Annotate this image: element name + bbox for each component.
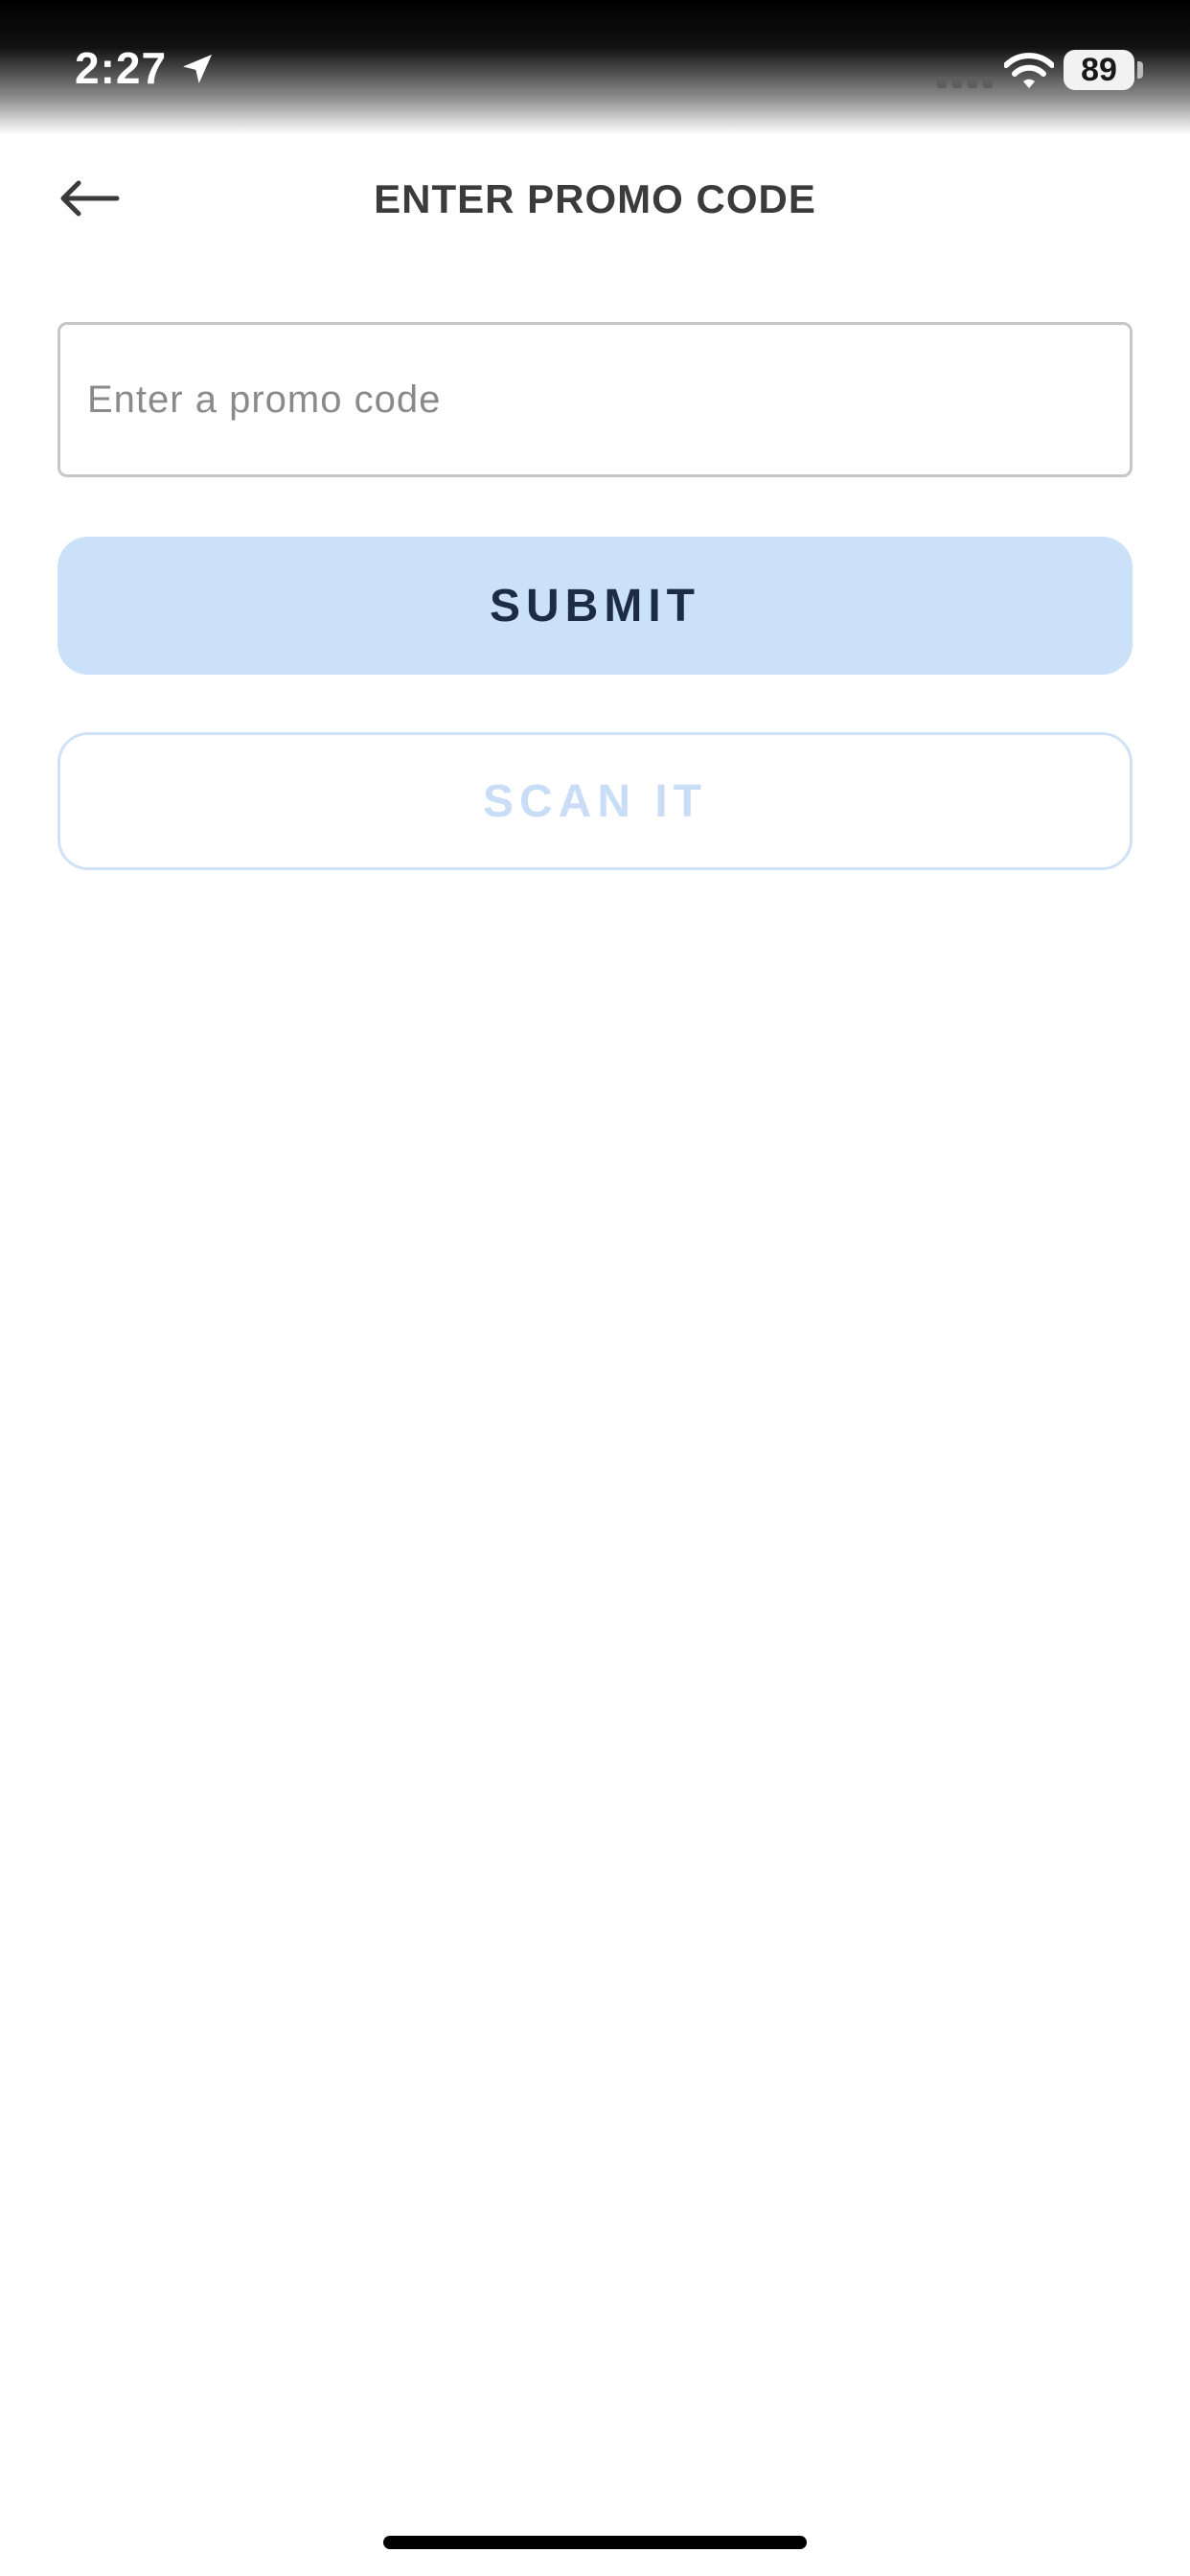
- battery-cap: [1137, 61, 1143, 79]
- page-title: ENTER PROMO CODE: [374, 176, 816, 221]
- location-arrow-icon: [183, 55, 212, 83]
- battery-level: 89: [1081, 51, 1117, 88]
- home-indicator: [383, 2536, 807, 2549]
- scan-it-button[interactable]: SCAN IT: [57, 732, 1133, 870]
- status-bar: 2:27 89: [0, 0, 1190, 134]
- battery-icon: 89: [1064, 50, 1134, 90]
- cellular-signal-icon: [937, 77, 993, 88]
- submit-button[interactable]: SUBMIT: [57, 537, 1133, 675]
- promo-code-input[interactable]: [57, 322, 1133, 477]
- wifi-icon: [1004, 53, 1054, 88]
- status-time: 2:27: [75, 43, 168, 93]
